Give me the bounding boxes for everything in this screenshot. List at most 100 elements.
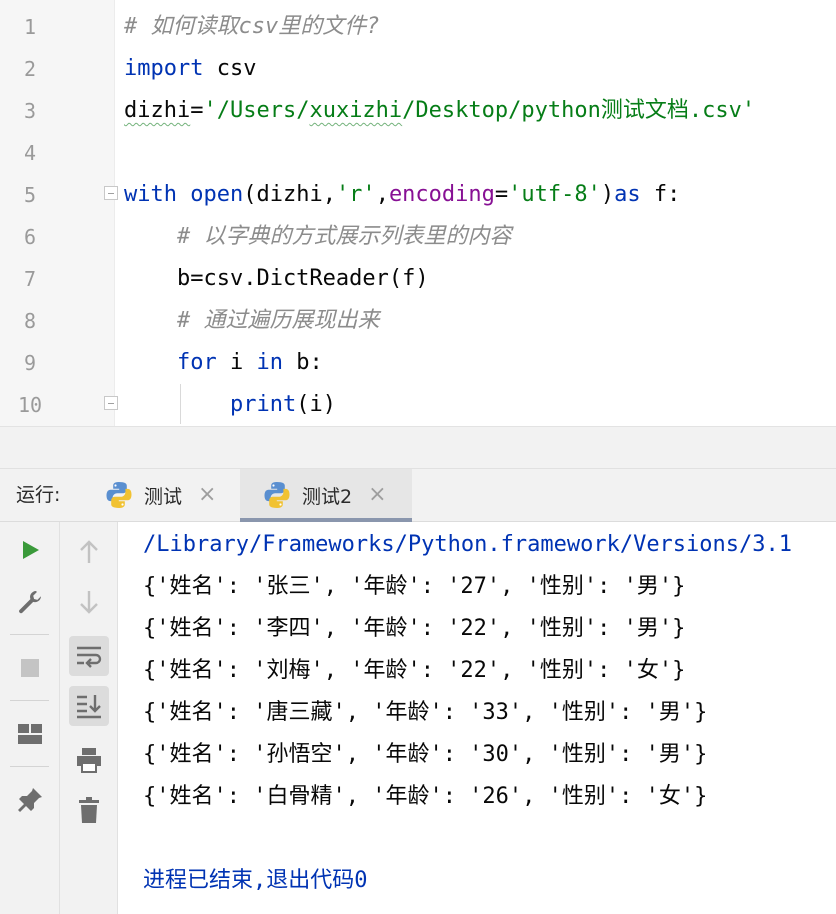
line-number: 5	[23, 183, 37, 207]
code-line: b=csv.DictReader(f)	[124, 258, 836, 300]
output-row: {'姓名': '白骨精', '年龄': '26', '性别': '女'}	[143, 784, 708, 809]
output-row: {'姓名': '孙悟空', '年龄': '30', '性别': '男'}	[143, 742, 708, 767]
code-token: with	[124, 182, 177, 207]
code-token: as	[614, 182, 641, 207]
code-token: =	[494, 182, 509, 207]
code-token: dizhi	[124, 98, 191, 123]
line-number: 8	[23, 309, 37, 333]
edit-config-button[interactable]	[10, 582, 50, 622]
rerun-button[interactable]	[10, 530, 50, 570]
down-arrow-icon	[79, 591, 98, 614]
output-row: {'姓名': '张三', '年龄': '27', '性别': '男'}	[143, 574, 686, 599]
code-token: csv	[238, 14, 279, 39]
layout-button[interactable]	[10, 714, 50, 754]
code-token: ,	[375, 182, 389, 207]
line-number: 3	[23, 99, 37, 123]
line-number: 7	[23, 267, 37, 291]
tab-label: 测试	[144, 485, 183, 508]
run-toolbar-primary	[0, 522, 60, 914]
code-line: for i in b:	[124, 342, 836, 384]
code-token: i	[216, 350, 257, 375]
gutter-divider	[114, 0, 115, 426]
python-icon	[264, 482, 290, 508]
code-line: # 如何读取csv里的文件?	[124, 6, 836, 48]
line-number: 4	[23, 141, 37, 165]
code-token: import	[124, 56, 204, 81]
code-token: '/Users/	[203, 98, 310, 123]
python-icon	[106, 482, 132, 508]
scroll-to-end-button[interactable]	[68, 686, 109, 726]
print-icon	[76, 748, 101, 773]
line-number: 2	[23, 57, 37, 81]
toolbar-separator	[10, 700, 49, 701]
next-occurrence-button[interactable]	[69, 582, 109, 622]
code-token: csv	[203, 56, 257, 81]
code-token: # 如何读取	[124, 14, 239, 39]
editor-gutter: 1 2 3 4 5 6 7 8 9 10	[0, 0, 114, 426]
code-token: # 通过遍历展现出来	[124, 308, 380, 333]
code-token: f:	[640, 182, 681, 207]
run-tool-window-header: 运行: 测试 × 测试2 ×	[0, 468, 836, 522]
layout-icon	[17, 724, 42, 744]
code-token: (i)	[296, 392, 336, 417]
code-token: =	[190, 98, 204, 123]
output-row: {'姓名': '唐三藏', '年龄': '33', '性别': '男'}	[143, 700, 708, 725]
code-token: for	[176, 350, 217, 375]
code-token: in	[256, 350, 283, 375]
code-token: encoding	[388, 182, 495, 207]
exit-message: 进程已结束,退出代码0	[143, 868, 368, 893]
pin-icon	[17, 788, 42, 812]
tab-label: 测试2	[302, 485, 353, 508]
code-editor[interactable]: 1 2 3 4 5 6 7 8 9 10 # 如何读取csv里的文件? import csv dizh…	[0, 0, 836, 426]
code-line: import csv	[124, 48, 836, 90]
wrench-icon	[18, 591, 41, 614]
code-area[interactable]: # 如何读取csv里的文件? import csv dizhi='/Users/xu…	[124, 6, 836, 426]
fold-toggle-with-block[interactable]	[104, 186, 118, 200]
output-row: {'姓名': '李四', '年龄': '22', '性别': '男'}	[143, 616, 686, 641]
line-number: 6	[23, 225, 37, 249]
code-token: /Desktop/python测试文档.csv'	[402, 98, 756, 123]
code-token: )	[600, 182, 615, 207]
toolbar-separator	[10, 634, 49, 635]
code-token: open	[190, 182, 244, 207]
code-token: (dizhi,	[243, 182, 336, 207]
clear-all-button[interactable]	[69, 790, 109, 830]
up-arrow-icon	[79, 540, 98, 563]
interpreter-path: /Library/Frameworks/Python.framework/Ver…	[143, 532, 793, 557]
fold-toggle-end[interactable]	[104, 396, 118, 410]
pin-tab-button[interactable]	[10, 780, 50, 820]
code-line: # 以字典的方式展示列表里的内容	[124, 216, 836, 258]
tab-test2[interactable]: 测试2 ×	[240, 469, 412, 522]
line-number: 9	[23, 351, 37, 375]
code-token: 'utf-8'	[508, 182, 601, 207]
close-icon[interactable]: ×	[368, 484, 386, 506]
console-output[interactable]: /Library/Frameworks/Python.framework/Ver…	[118, 522, 836, 914]
code-line: with open(dizhi,'r',encoding='utf-8')as …	[124, 174, 836, 216]
scroll-to-end-icon	[76, 695, 101, 719]
stop-button[interactable]	[10, 648, 50, 688]
code-line: dizhi='/Users/xuxizhi/Desktop/python测试文档…	[124, 90, 836, 132]
code-line: print(i)	[124, 384, 836, 426]
code-token: # 以字典的方式展示列表里的内容	[124, 224, 512, 249]
run-icon	[22, 541, 39, 559]
prev-occurrence-button[interactable]	[69, 532, 109, 572]
code-token: b=csv.DictReader(f)	[124, 266, 429, 291]
panel-separator[interactable]	[0, 426, 836, 468]
toolbar-separator	[10, 766, 49, 767]
close-icon[interactable]: ×	[198, 484, 216, 506]
line-numbers: 1 2 3 4 5 6 7 8 9 10	[0, 6, 60, 426]
tab-test[interactable]: 测试 ×	[100, 469, 230, 521]
soft-wrap-button[interactable]	[68, 636, 109, 676]
code-line: # 通过遍历展现出来	[124, 300, 836, 342]
line-number: 10	[17, 393, 43, 417]
trash-icon	[78, 797, 99, 823]
code-token: b:	[282, 350, 323, 375]
run-toolbar-secondary	[60, 522, 118, 914]
run-label: 运行:	[16, 484, 61, 506]
code-token: 'r'	[335, 182, 376, 207]
print-button[interactable]	[69, 740, 109, 780]
